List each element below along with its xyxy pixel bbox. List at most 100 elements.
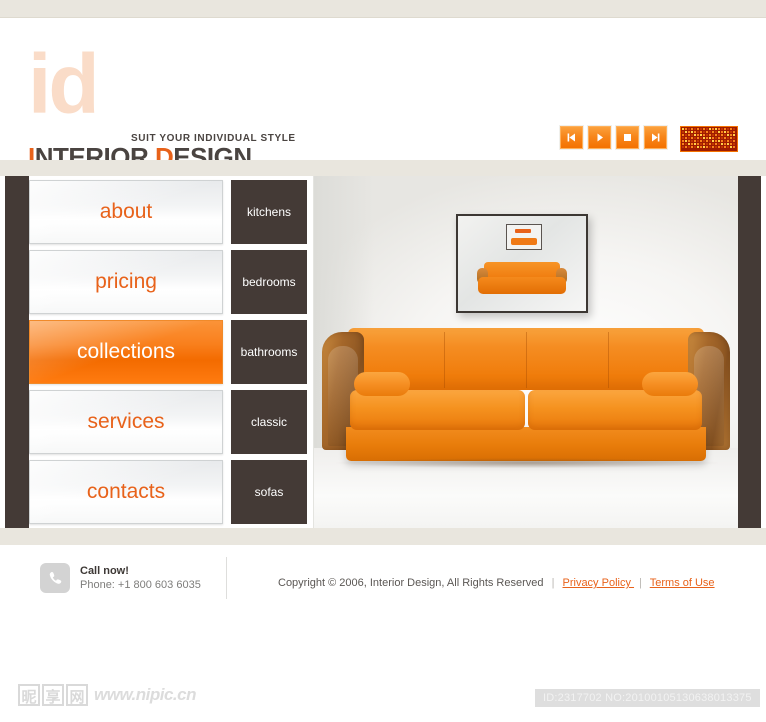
led-cell (694, 143, 696, 145)
stop-icon (624, 134, 631, 141)
led-cell (691, 134, 693, 136)
orange-sofa (322, 328, 730, 468)
led-cell (697, 140, 699, 142)
nav-item-collections[interactable]: collections (29, 320, 223, 384)
led-row (681, 134, 737, 136)
led-cell (712, 140, 714, 142)
sofa-bolster-right (642, 372, 698, 396)
led-cell (691, 128, 693, 130)
site-header: id SUIT YOUR INDIVIDUAL STYLE INTERIOR D… (0, 18, 766, 172)
led-cell (682, 146, 684, 148)
previous-icon (567, 133, 575, 142)
led-cell (697, 137, 699, 139)
subnav-item-classic[interactable]: classic (231, 390, 307, 454)
site-logo[interactable]: id SUIT YOUR INDIVIDUAL STYLE INTERIOR D… (28, 42, 328, 172)
call-now-text: Call now! Phone: +1 800 603 6035 (80, 564, 201, 593)
led-cell (703, 128, 705, 130)
led-cell (700, 143, 702, 145)
subnav-item-label: sofas (254, 485, 284, 499)
led-cell (733, 146, 735, 148)
call-now-title: Call now! (80, 564, 129, 577)
previous-button[interactable] (560, 126, 583, 149)
led-cell (733, 128, 735, 130)
led-cell (733, 143, 735, 145)
subnav-item-bedrooms[interactable]: bedrooms (231, 250, 307, 314)
led-cell (691, 137, 693, 139)
led-cell (706, 131, 708, 133)
led-cell (727, 131, 729, 133)
led-cell (715, 146, 717, 148)
led-cell (709, 143, 711, 145)
led-cell (694, 140, 696, 142)
stop-button[interactable] (616, 126, 639, 149)
nipic-chinese-mark: 昵享网 (18, 684, 88, 706)
led-cell (724, 131, 726, 133)
led-cell (682, 134, 684, 136)
led-cell (688, 128, 690, 130)
footer-divider (226, 557, 227, 599)
led-cell (685, 146, 687, 148)
led-cell (721, 146, 723, 148)
led-cell (703, 134, 705, 136)
framed-picture (456, 214, 588, 313)
led-cell (706, 146, 708, 148)
play-button[interactable] (588, 126, 611, 149)
led-cell (727, 128, 729, 130)
privacy-policy-link[interactable]: Privacy Policy (563, 577, 635, 589)
led-cell (712, 128, 714, 130)
led-cell (694, 137, 696, 139)
led-cell (718, 143, 720, 145)
led-cell (697, 146, 699, 148)
next-button[interactable] (644, 126, 667, 149)
sofa-bolster-left (354, 372, 410, 396)
led-cell (697, 128, 699, 130)
nipic-char: 网 (66, 684, 88, 706)
led-cell (685, 140, 687, 142)
led-cell (700, 131, 702, 133)
subnav-item-label: classic (250, 415, 287, 429)
logo-mark-id: id (28, 37, 100, 131)
nested-framed-picture (506, 224, 542, 250)
led-cell (694, 146, 696, 148)
led-cell (685, 131, 687, 133)
sofa-base (346, 427, 706, 461)
nav-item-services[interactable]: services (29, 390, 223, 454)
terms-of-use-link[interactable]: Terms of Use (650, 577, 715, 589)
nav-item-about[interactable]: about (29, 180, 223, 244)
sofa-shadow (336, 458, 718, 468)
subnav-item-bathrooms[interactable]: bathrooms (231, 320, 307, 384)
led-cell (724, 134, 726, 136)
led-cell (733, 137, 735, 139)
led-cell (718, 146, 720, 148)
picture-sofa (477, 262, 567, 300)
subnav-item-kitchens[interactable]: kitchens (231, 180, 307, 244)
led-matrix-display[interactable] (680, 126, 738, 152)
nav-item-label: pricing (95, 270, 157, 293)
led-cell (688, 146, 690, 148)
led-cell (718, 140, 720, 142)
led-cell (709, 128, 711, 130)
led-cell (721, 137, 723, 139)
subnav-item-label: bathrooms (240, 345, 298, 359)
site-footer: Call now! Phone: +1 800 603 6035 Copyrig… (0, 545, 766, 675)
led-cell (688, 131, 690, 133)
led-cell (706, 137, 708, 139)
subnav-item-sofas[interactable]: sofas (231, 460, 307, 524)
led-cell (727, 140, 729, 142)
led-cell (712, 143, 714, 145)
led-cell (685, 134, 687, 136)
nav-item-label: contacts (86, 480, 166, 503)
watermark-bar: 昵享网 www.nipic.cn ID:2317702 NO:201001051… (0, 675, 766, 722)
nav-item-pricing[interactable]: pricing (29, 250, 223, 314)
led-cell (706, 140, 708, 142)
hero-image[interactable] (313, 176, 738, 528)
led-cell (724, 143, 726, 145)
led-cell (733, 134, 735, 136)
led-cell (703, 131, 705, 133)
content-area: about pricing collections services contacts … (0, 176, 766, 528)
led-cell (685, 137, 687, 139)
led-cell (718, 137, 720, 139)
nav-item-contacts[interactable]: contacts (29, 460, 223, 524)
led-cell (700, 137, 702, 139)
led-cell (706, 134, 708, 136)
